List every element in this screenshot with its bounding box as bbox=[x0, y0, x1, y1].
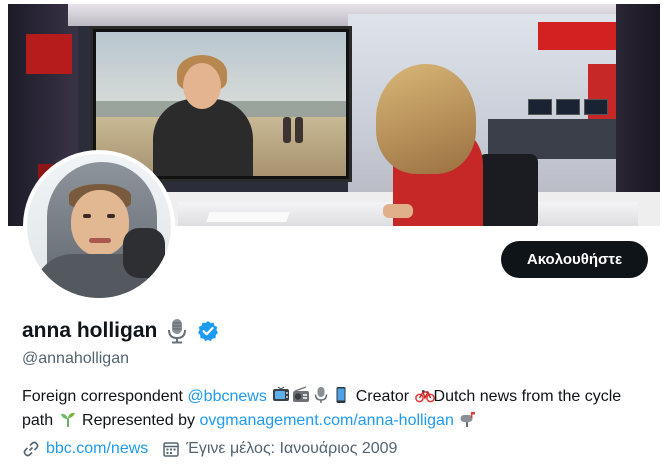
tv-icon bbox=[272, 386, 290, 404]
banner-monitor bbox=[556, 99, 580, 115]
bio-text: Represented by bbox=[77, 412, 200, 429]
microphone-icon bbox=[312, 386, 330, 404]
follow-button[interactable]: Ακολουθήστε bbox=[501, 241, 648, 278]
bio-text: Creator bbox=[351, 388, 414, 405]
bio-text: Foreign correspondent bbox=[22, 388, 188, 405]
banner-monitor bbox=[528, 99, 552, 115]
profile-meta: bbc.com/news Έγινε μέλος: Ιανουάριος 200… bbox=[22, 440, 397, 458]
banner-newsroom-desks bbox=[488, 119, 628, 159]
screen-reporter-coat bbox=[153, 99, 253, 176]
screen-reporter-face bbox=[183, 63, 221, 109]
banner-monitor bbox=[584, 99, 608, 115]
seedling-icon bbox=[59, 410, 77, 428]
banner-presenter-hand bbox=[383, 204, 413, 218]
mobile-phone-icon bbox=[332, 386, 350, 404]
screen-walker bbox=[283, 117, 291, 143]
microphone-icon bbox=[165, 318, 189, 344]
link-icon bbox=[22, 440, 40, 458]
avatar-mouth bbox=[89, 238, 111, 243]
avatar-face bbox=[71, 190, 129, 256]
banner-papers bbox=[206, 212, 290, 222]
verified-badge-icon[interactable] bbox=[197, 320, 219, 342]
banner-red-panel bbox=[26, 34, 72, 74]
bio-mention-link[interactable]: @bbcnews bbox=[187, 388, 266, 405]
name-row: anna holligan bbox=[22, 318, 219, 344]
avatar-eye bbox=[107, 214, 115, 218]
banner-presenter-hair bbox=[376, 64, 476, 174]
display-name: anna holligan bbox=[22, 319, 158, 342]
profile-bio: Foreign correspondent @bbcnews Creator D… bbox=[22, 385, 652, 433]
mailbox-icon bbox=[459, 410, 477, 428]
banner-red-sign bbox=[538, 22, 618, 50]
profile-avatar[interactable] bbox=[23, 150, 175, 302]
avatar-eye bbox=[83, 214, 91, 218]
bio-website-link[interactable]: ovgmanagement.com/anna-holligan bbox=[199, 412, 453, 429]
joined-date: Έγινε μέλος: Ιανουάριος 2009 bbox=[186, 440, 398, 457]
avatar-glove bbox=[123, 228, 165, 278]
calendar-icon bbox=[162, 440, 180, 458]
avatar-photo bbox=[27, 154, 171, 298]
user-handle: @annaholligan bbox=[22, 350, 129, 367]
banner-chair bbox=[478, 154, 538, 226]
bicycle-icon bbox=[414, 386, 435, 404]
radio-icon bbox=[292, 386, 310, 404]
website-link[interactable]: bbc.com/news bbox=[46, 440, 148, 458]
screen-walker bbox=[295, 117, 303, 143]
